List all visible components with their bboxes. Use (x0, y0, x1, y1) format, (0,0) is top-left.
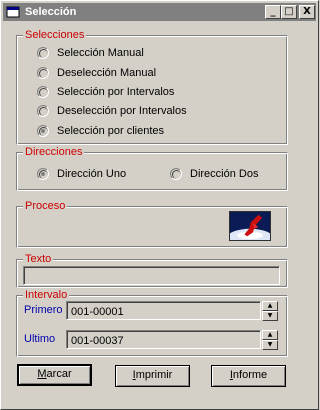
direcciones-legend: Direcciones (23, 145, 85, 159)
imprimir-label: mprimir (135, 369, 173, 381)
primero-spinner[interactable]: ▲ ▼ (262, 301, 278, 321)
direcciones-group: Direcciones Dirección Uno Dirección Dos (16, 145, 288, 191)
close-button[interactable]: X (299, 5, 315, 19)
spin-down-icon[interactable]: ▼ (262, 340, 278, 350)
selection-window: Selección _ □ X Selecciones Selección Ma… (0, 0, 319, 410)
proceso-legend: Proceso (23, 199, 68, 213)
ultimo-field[interactable]: 001-00037 (66, 330, 261, 349)
radio-label: Selección por Intervalos (57, 86, 175, 98)
spin-down-icon[interactable]: ▼ (262, 311, 278, 321)
ultimo-value: 001-00037 (71, 335, 124, 347)
radio-button-icon (37, 105, 49, 117)
radio-button-icon (37, 125, 49, 137)
title-bar[interactable]: Selección _ □ X (3, 3, 316, 21)
ultimo-label: Ultimo (24, 333, 56, 345)
radio-button-icon (37, 86, 49, 98)
radio-label: Deselección por Intervalos (57, 105, 187, 117)
primero-field[interactable]: 001-00001 (66, 301, 261, 320)
process-animation-icon (229, 211, 271, 241)
marcar-label: arcar (46, 368, 72, 380)
texto-legend: Texto (23, 252, 54, 266)
minimize-button[interactable]: _ (265, 5, 281, 19)
maximize-button[interactable]: □ (281, 5, 297, 19)
spin-up-icon[interactable]: ▲ (262, 301, 278, 311)
texto-field[interactable] (23, 266, 280, 285)
marcar-mnemonic: M (37, 368, 47, 380)
radio-button-icon (37, 67, 49, 79)
primero-value: 001-00001 (71, 306, 124, 318)
imprimir-button[interactable]: Imprimir (115, 365, 190, 387)
app-icon (6, 6, 20, 18)
informe-button[interactable]: Informe (211, 365, 286, 387)
ultimo-spinner[interactable]: ▲ ▼ (262, 330, 278, 350)
intervalo-legend: Intervalo (23, 288, 70, 302)
radio-button-icon (37, 47, 49, 59)
marcar-button[interactable]: Marcar (17, 364, 92, 386)
selecciones-legend: Selecciones (23, 28, 87, 42)
radio-label: Selección Manual (57, 47, 144, 59)
radio-button-icon (37, 168, 49, 180)
primero-label: Primero (24, 304, 63, 316)
radio-label: Deselección Manual (57, 67, 157, 79)
selecciones-group: Selecciones Selección Manual Deselección… (16, 28, 288, 145)
radio-label: Dirección Uno (57, 168, 127, 180)
spin-up-icon[interactable]: ▲ (262, 330, 278, 340)
window-title: Selección (25, 6, 77, 18)
radio-button-icon (170, 168, 182, 180)
radio-label: Selección por clientes (57, 125, 165, 137)
radio-label: Dirección Dos (190, 168, 259, 180)
informe-label: nforme (232, 369, 268, 381)
